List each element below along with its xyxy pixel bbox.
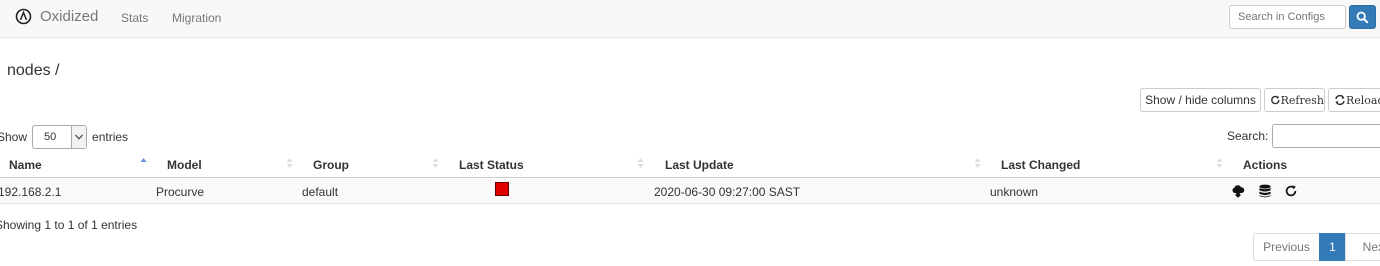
search-button[interactable] [1349,5,1376,29]
brand[interactable]: Oxidized [15,8,98,25]
column-header-last-status[interactable]: Last Status [459,158,524,172]
sort-ascending-icon [140,158,147,162]
sort-icon [432,158,439,168]
page-length-control: Show 50 entries [0,125,128,149]
column-header-name[interactable]: Name [9,158,42,172]
table-header: Name Model Group Last Status Last Update… [0,152,1380,178]
config-search-input[interactable] [1229,5,1346,29]
pagination: Previous 1 Next [1253,233,1380,261]
cloud-download-icon[interactable] [1231,184,1245,198]
table-search-input[interactable] [1272,124,1380,148]
nav-link-migration[interactable]: Migration [172,11,221,25]
search-icon [1356,11,1369,24]
show-hide-columns-button[interactable]: Show / hide columns [1140,88,1261,112]
refresh-icon [1271,95,1280,105]
sort-icon [637,158,644,168]
cell-name[interactable]: 192.168.2.1 [0,185,61,199]
refresh-icon[interactable] [1284,184,1298,198]
entries-label: entries [92,130,129,144]
cell-group: default [302,185,339,199]
column-header-group[interactable]: Group [313,158,349,172]
cell-last-update: 2020-06-30 09:27:00 SAST [654,185,801,199]
show-label: Show [0,130,28,144]
cell-model: Procurve [156,185,205,199]
column-header-actions: Actions [1243,158,1288,172]
pagination-page-1[interactable]: 1 [1319,233,1346,261]
page-title: nodes / [7,62,60,79]
nav-link-stats[interactable]: Stats [121,11,148,25]
cell-last-changed: unknown [990,185,1039,199]
show-hide-columns-label: Show / hide columns [1145,93,1256,107]
pagination-previous[interactable]: Previous [1253,233,1320,261]
sort-icon [974,158,981,168]
reload-icon [1335,94,1345,106]
page-length-select[interactable]: 50 [32,125,88,149]
column-header-last-update[interactable]: Last Update [665,158,734,172]
reload-label: Reload [1346,93,1380,107]
reload-button[interactable]: Reload [1328,88,1380,112]
sort-icon [1216,158,1223,168]
table-row: 192.168.2.1 Procurve default 2020-06-30 … [0,179,1380,204]
status-indicator [495,182,509,196]
column-header-last-changed[interactable]: Last Changed [1001,158,1080,172]
power-circle-icon [15,8,32,25]
brand-name: Oxidized [40,8,99,25]
refresh-button[interactable]: Refresh [1264,88,1325,112]
sort-icon [286,158,293,168]
table-info: Showing 1 to 1 of 1 entries [0,218,138,232]
page-length-value: 50 [44,131,57,143]
column-header-model[interactable]: Model [167,158,202,172]
pagination-next[interactable]: Next [1345,233,1380,261]
chevron-down-icon [71,126,87,148]
database-icon[interactable] [1258,184,1272,198]
refresh-label: Refresh [1280,93,1324,107]
table-search-label: Search: [1227,129,1269,143]
navbar: Oxidized Stats Migration [0,0,1380,38]
